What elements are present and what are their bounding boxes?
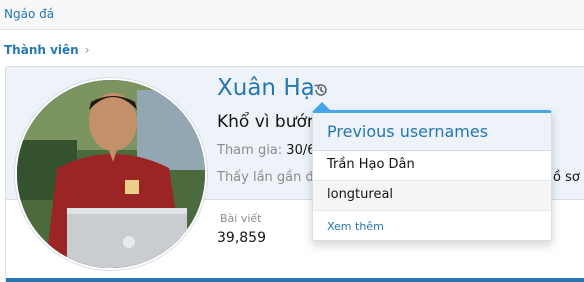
avatar[interactable] xyxy=(15,78,207,270)
avatar-photo xyxy=(17,80,205,268)
popup-pointer xyxy=(314,102,330,110)
previous-usernames-popup: Previous usernames Trần Hạo Dân longture… xyxy=(312,110,552,241)
username[interactable]: Xuân Hạ xyxy=(217,75,315,101)
breadcrumb: Thành viên › xyxy=(4,43,90,57)
nav-link-ngao-da[interactable]: Ngáo đá xyxy=(4,7,54,21)
top-navigation-bar: Ngáo đá xyxy=(0,0,584,30)
joined-info: Tham gia: 30/6 xyxy=(217,143,316,158)
popup-title: Previous usernames xyxy=(313,113,551,151)
chevron-right-icon: › xyxy=(84,43,90,57)
posts-count[interactable]: 39,859 xyxy=(217,230,266,246)
last-seen-label: Thấy lần gần đ xyxy=(217,170,314,185)
joined-label: Tham gia: xyxy=(217,143,283,158)
profile-tabs-bar xyxy=(6,278,584,282)
profile-link-fragment[interactable]: ồ sơ xyxy=(553,170,580,185)
see-more-link[interactable]: Xem thêm xyxy=(313,211,551,240)
history-icon[interactable] xyxy=(312,81,330,99)
previous-username-item: longtureal xyxy=(313,181,551,211)
breadcrumb-members[interactable]: Thành viên xyxy=(4,43,79,57)
posts-label: Bài viết xyxy=(220,212,262,225)
previous-username-item: Trần Hạo Dân xyxy=(313,151,551,181)
user-title: Khổ vì bướm xyxy=(217,112,324,132)
